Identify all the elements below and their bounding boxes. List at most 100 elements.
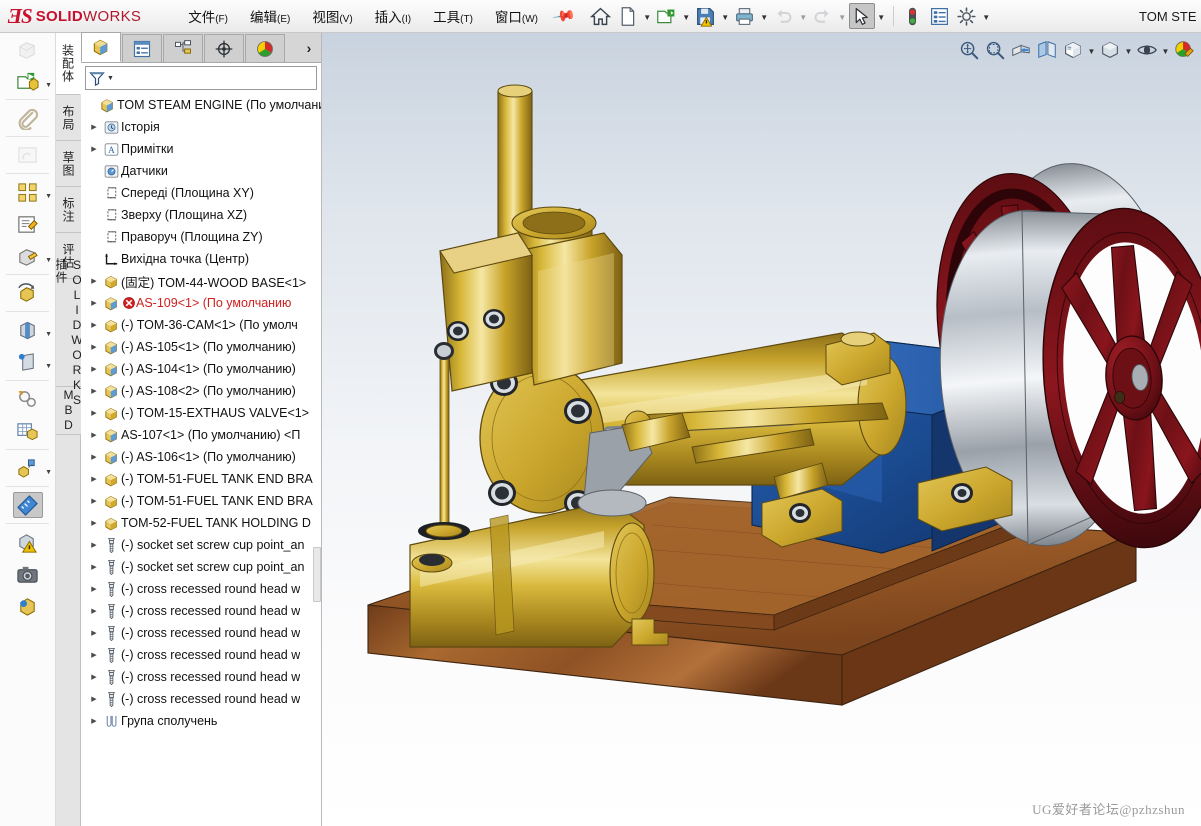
tree-item-top-plane[interactable]: ▶Зверху (Площина XZ) — [81, 204, 321, 226]
new-document-button[interactable] — [615, 3, 641, 29]
chevron-right-icon[interactable]: ▶ — [87, 277, 101, 285]
rail-insert-components[interactable] — [0, 33, 55, 65]
view-display-style[interactable] — [1060, 37, 1086, 63]
tree-item-tom-51-fuel-tank-end-bracket-2[interactable]: ▶ (-) TOM-51-FUEL TANK END BRA — [81, 490, 321, 512]
save-dropdown-caret[interactable]: ▼ — [720, 4, 731, 28]
rail-rotate-component[interactable] — [0, 277, 55, 309]
tab-solidworks-addins[interactable]: SOLIDWORKS 插件 — [54, 258, 84, 408]
select-dropdown-caret[interactable]: ▼ — [876, 4, 887, 28]
tree-item-as-105[interactable]: ▶ (-) AS-105<1> (По умолчанию) — [81, 336, 321, 358]
rail-interference-detection[interactable] — [0, 526, 55, 558]
rail-bill-of-materials[interactable] — [0, 415, 55, 447]
open-button[interactable] — [654, 3, 680, 29]
chevron-right-icon[interactable]: ▶ — [87, 717, 101, 725]
chevron-right-icon[interactable]: ▶ — [87, 519, 101, 527]
rebuild-status-button[interactable] — [900, 3, 926, 29]
rail-move-component-caret[interactable]: ▼ — [45, 257, 52, 264]
rail-assembly-features[interactable]: ▼ — [0, 314, 55, 346]
chevron-right-icon[interactable]: ▶ — [87, 299, 101, 307]
save-button[interactable] — [693, 3, 719, 29]
tree-tab-dimxpert-manager[interactable] — [204, 34, 244, 62]
redo-dropdown-caret[interactable]: ▼ — [837, 4, 848, 28]
chevron-right-icon[interactable]: ▶ — [87, 365, 101, 373]
chevron-right-icon[interactable]: ▶ — [87, 409, 101, 417]
tree-tab-property-manager[interactable] — [122, 34, 162, 62]
view-display-style-caret[interactable]: ▼ — [1086, 38, 1097, 62]
tree-tab-configuration-manager[interactable] — [163, 34, 203, 62]
tree-scrollbar-thumb[interactable] — [313, 547, 321, 602]
tree-item-socket-set-screw-1[interactable]: ▶ (-) socket set screw cup point_an — [81, 534, 321, 556]
chevron-right-icon[interactable]: ▶ — [87, 387, 101, 395]
chevron-right-icon[interactable]: ▶ — [87, 321, 101, 329]
view-section-view[interactable] — [1008, 37, 1034, 63]
view-settings-caret[interactable]: ▼ — [1160, 38, 1171, 62]
select-button[interactable] — [848, 3, 875, 29]
tree-item-cross-recessed-screw-1[interactable]: ▶ (-) cross recessed round head w — [81, 578, 321, 600]
tree-tab-display-manager[interactable] — [245, 34, 285, 62]
chevron-right-icon[interactable]: ▶ — [87, 343, 101, 351]
undo-button[interactable] — [771, 3, 797, 29]
redo-button[interactable] — [810, 3, 836, 29]
view-hide-show-items[interactable] — [1097, 37, 1123, 63]
menu-edit[interactable]: 编辑(E) — [239, 1, 301, 31]
chevron-right-icon[interactable]: ▶ — [87, 431, 101, 439]
rail-exploded-view-caret[interactable]: ▼ — [45, 469, 52, 476]
tree-item-sensors[interactable]: ▶Датчики — [81, 160, 321, 182]
view-zoom-to-fit[interactable] — [956, 37, 982, 63]
options-dropdown-caret[interactable]: ▼ — [981, 4, 992, 28]
menu-tools[interactable]: 工具(T) — [422, 1, 484, 31]
tree-item-cross-recessed-screw-2[interactable]: ▶ (-) cross recessed round head w — [81, 600, 321, 622]
tab-sketch[interactable]: 草图 — [56, 141, 81, 187]
rail-assembly-features-caret[interactable]: ▼ — [45, 331, 52, 338]
tree-root-tom-steam-engine[interactable]: ▶TOM STEAM ENGINE (По умолчани — [81, 94, 321, 116]
tree-item-cross-recessed-screw-3[interactable]: ▶ (-) cross recessed round head w — [81, 622, 321, 644]
menu-file[interactable]: 文件(F) — [177, 1, 239, 31]
rail-linear-component-pattern[interactable]: ▼ — [0, 176, 55, 208]
chevron-right-icon[interactable]: ▶ — [87, 497, 101, 505]
rail-measure[interactable] — [0, 489, 55, 521]
tree-tab-feature-manager[interactable] — [81, 32, 121, 62]
rail-reference-geometry[interactable]: ▼ — [0, 346, 55, 378]
print-button[interactable] — [732, 3, 758, 29]
chevron-right-icon[interactable]: ▶ — [87, 563, 101, 571]
chevron-right-icon[interactable]: ▶ — [87, 673, 101, 681]
chevron-right-icon[interactable]: ▶ — [87, 145, 101, 153]
chevron-right-icon[interactable]: ▶ — [87, 475, 101, 483]
rail-exploded-view[interactable]: ▼ — [0, 452, 55, 484]
rail-mate[interactable] — [0, 102, 55, 134]
print-dropdown-caret[interactable]: ▼ — [759, 4, 770, 28]
rail-hide-show[interactable] — [0, 139, 55, 171]
new-document-dropdown-caret[interactable]: ▼ — [642, 4, 653, 28]
rail-take-snapshot[interactable] — [0, 558, 55, 590]
filter-dropdown-caret[interactable]: ▼ — [107, 75, 114, 82]
view-orientation[interactable] — [1034, 37, 1060, 63]
tree-item-as-106[interactable]: ▶ (-) AS-106<1> (По умолчанию) — [81, 446, 321, 468]
tree-item-cross-recessed-screw-6[interactable]: ▶ (-) cross recessed round head w — [81, 688, 321, 710]
undo-dropdown-caret[interactable]: ▼ — [798, 4, 809, 28]
tree-item-tom-52-fuel-tank-holding[interactable]: ▶ TOM-52-FUEL TANK HOLDING D — [81, 512, 321, 534]
tree-item-as-104[interactable]: ▶ (-) AS-104<1> (По умолчанию) — [81, 358, 321, 380]
open-dropdown-caret[interactable]: ▼ — [681, 4, 692, 28]
rail-linear-component-pattern-caret[interactable]: ▼ — [45, 193, 52, 200]
tree-item-tom-44-wood-base[interactable]: ▶ (固定) TOM-44-WOOD BASE<1> — [81, 270, 321, 292]
tree-item-tom-51-fuel-tank-end-bracket-1[interactable]: ▶ (-) TOM-51-FUEL TANK END BRA — [81, 468, 321, 490]
tree-item-as-108[interactable]: ▶ (-) AS-108<2> (По умолчанию) — [81, 380, 321, 402]
chevron-right-icon[interactable]: ▶ — [87, 453, 101, 461]
tab-assembly[interactable]: 装配体 — [56, 33, 81, 95]
chevron-right-icon[interactable]: ▶ — [87, 651, 101, 659]
tree-item-front-plane[interactable]: ▶Спереді (Площина XY) — [81, 182, 321, 204]
tree-item-origin[interactable]: ▶Вихідна точка (Центр) — [81, 248, 321, 270]
chevron-right-icon[interactable]: ▶ — [87, 123, 101, 131]
tree-item-as-109[interactable]: ▶ AS-109<1> (По умолчанию — [81, 292, 321, 314]
rail-open-component-caret[interactable]: ▼ — [45, 82, 52, 89]
rail-new-motion-study[interactable] — [0, 383, 55, 415]
tree-item-tom-36-cam[interactable]: ▶ (-) TOM-36-CAM<1> (По умолч — [81, 314, 321, 336]
tab-layout[interactable]: 布局 — [56, 95, 81, 141]
home-button[interactable] — [588, 3, 614, 29]
tree-item-cross-recessed-screw-5[interactable]: ▶ (-) cross recessed round head w — [81, 666, 321, 688]
chevron-right-icon[interactable]: ▶ — [87, 607, 101, 615]
rail-edit-appearance[interactable] — [0, 590, 55, 622]
menu-insert[interactable]: 插入(I) — [364, 1, 422, 31]
chevron-right-icon[interactable]: ▶ — [87, 629, 101, 637]
tab-annotation[interactable]: 标注 — [56, 187, 81, 233]
